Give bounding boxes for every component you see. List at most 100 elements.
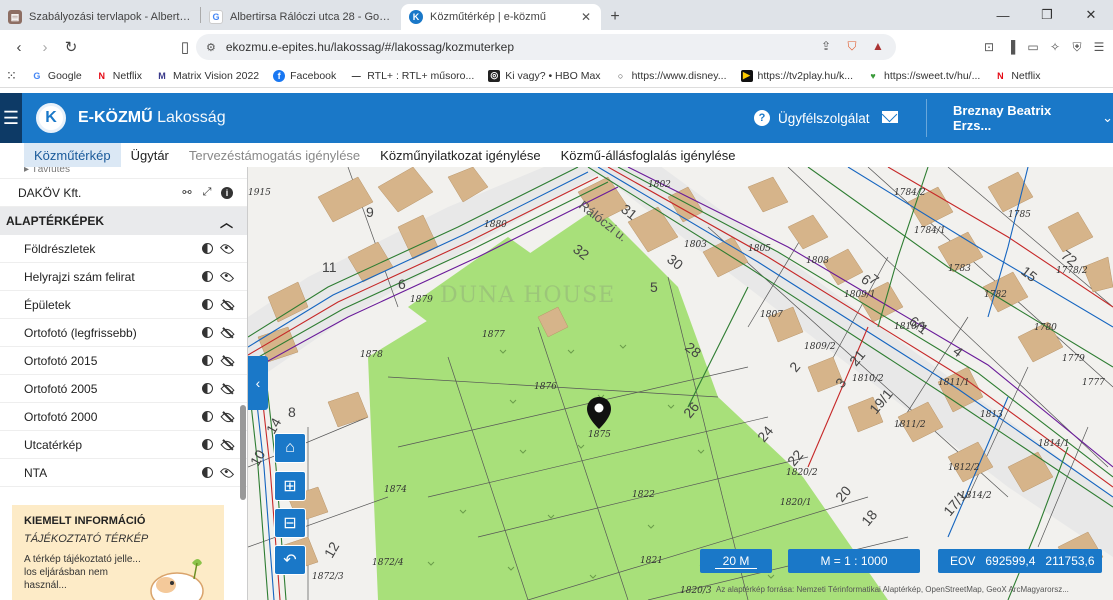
bookmark-item[interactable]: ▶ https://tv2play.hu/k...: [740, 69, 853, 82]
eye-off-icon[interactable]: [221, 327, 233, 339]
reload-icon[interactable]: ↻: [58, 34, 84, 60]
eye-off-icon[interactable]: [221, 355, 233, 367]
bookmark-item[interactable]: — RTL+ : RTL+ műsoro...: [350, 70, 475, 82]
layer-row-dakov[interactable]: DAKÖV Kft. ⚯ ⤢ i: [0, 179, 247, 207]
bookmark-item[interactable]: N Netflix: [96, 70, 142, 82]
layer-row[interactable]: Ortofotó 2000: [0, 403, 247, 431]
browser-tabstrip: ▤ Szabályozási tervlapok - Albertirsa G …: [0, 0, 1113, 30]
collapse-sidebar-button[interactable]: ‹: [248, 356, 268, 410]
menu-icon[interactable]: ☰: [1091, 39, 1107, 55]
tab-ugytar[interactable]: Ügytár: [121, 143, 179, 167]
parcel-label: 1780: [1034, 323, 1057, 333]
eye-icon[interactable]: [219, 269, 235, 284]
layer-label: Ortofotó (legfrissebb): [24, 325, 137, 340]
opacity-icon[interactable]: [201, 271, 213, 283]
bookmark-item[interactable]: ♥ https://sweet.tv/hu/...: [867, 70, 980, 82]
info-icon[interactable]: i: [221, 186, 233, 199]
info-box: KIEMELT INFORMÁCIÓ TÁJÉKOZTATÓ TÉRKÉP A …: [12, 505, 224, 600]
home-button[interactable]: ⌂: [274, 433, 306, 463]
zoom-out-button[interactable]: ⊟: [274, 508, 306, 538]
apps-icon[interactable]: ⁙: [6, 68, 17, 84]
opacity-icon[interactable]: [201, 411, 213, 423]
opacity-icon[interactable]: [201, 299, 213, 311]
sidebar-icon[interactable]: ▐: [1003, 39, 1019, 55]
zoom-in-button[interactable]: ⊞: [274, 471, 306, 501]
rewards-icon[interactable]: ▲: [870, 38, 886, 54]
parcel-label: 1814/1: [1038, 439, 1070, 449]
opacity-icon[interactable]: [201, 383, 213, 395]
bookmark-item[interactable]: ◎ Ki vagy? • HBO Max: [488, 69, 601, 82]
layer-row[interactable]: Utcatérkép: [0, 431, 247, 459]
bookmark-icon[interactable]: ▯: [172, 34, 198, 60]
eye-off-icon[interactable]: [221, 411, 233, 423]
scale-ratio[interactable]: M = 1 : 1000: [788, 549, 920, 573]
opacity-icon[interactable]: [201, 327, 213, 339]
support-link[interactable]: ? Ügyfélszolgálat: [754, 93, 870, 143]
layer-row[interactable]: Ortofotó 2005: [0, 375, 247, 403]
tab-kozmuterkep[interactable]: Közműtérkép: [24, 143, 121, 167]
section-alapterkepek[interactable]: ALAPTÉRKÉPEK ︿: [0, 207, 247, 235]
expand-icon[interactable]: ⤢: [201, 186, 213, 199]
eye-icon[interactable]: [219, 241, 235, 256]
layer-row[interactable]: Ortofotó 2015: [0, 347, 247, 375]
browser-toolbar: ⊡ ▐ ▭ ✧ ⛨ ☰: [981, 34, 1107, 60]
mail-icon[interactable]: [882, 111, 898, 123]
wallet-icon[interactable]: ▭: [1025, 39, 1041, 55]
close-icon[interactable]: ✕: [579, 10, 593, 24]
browser-tab[interactable]: G Albertirsa Rálóczi utca 28 - Google-k: [201, 4, 401, 30]
tab-kozmunyilatkozat[interactable]: Közműnyilatkozat igénylése: [370, 143, 550, 167]
back-icon[interactable]: ‹: [6, 34, 32, 60]
chevron-up-icon: ︿: [219, 214, 233, 230]
house-number: 5: [650, 279, 658, 295]
bookmark-label: Netflix: [1011, 69, 1041, 82]
home-icon: ⌂: [285, 439, 295, 456]
user-menu[interactable]: Breznay Beatrix Erzs... ⌄: [953, 93, 1113, 143]
bookmark-item[interactable]: N Netflix: [994, 70, 1040, 82]
eye-icon[interactable]: [219, 465, 235, 480]
opacity-icon[interactable]: [201, 243, 213, 255]
close-window-icon[interactable]: ✕: [1069, 0, 1113, 30]
bookmark-item[interactable]: f Facebook: [273, 69, 337, 82]
site-settings-icon[interactable]: ⚙: [206, 41, 216, 54]
eye-off-icon[interactable]: [221, 383, 233, 395]
forward-icon[interactable]: ›: [32, 34, 58, 60]
layer-row[interactable]: Épületek: [0, 291, 247, 319]
browser-tab-active[interactable]: K Közműtérkép | e-közmű ✕: [401, 4, 601, 30]
undo-button[interactable]: ↶: [274, 545, 306, 575]
screenshot-icon[interactable]: ⊡: [981, 39, 997, 55]
info-heading: KIEMELT INFORMÁCIÓ: [24, 515, 146, 527]
map-svg: Rálóczi u. 1915 1880 1802 1879 1877 1876…: [248, 167, 1113, 600]
layers-sidebar: ▸ Távfűtés DAKÖV Kft. ⚯ ⤢ i ALAPTÉRKÉPEK…: [0, 167, 248, 600]
eye-off-icon[interactable]: [221, 439, 233, 451]
bookmark-label: Facebook: [290, 69, 337, 82]
house-number: 12: [321, 539, 343, 561]
bookmark-item[interactable]: G Google: [31, 70, 81, 82]
sidebar-scrollbar[interactable]: [240, 405, 246, 500]
vpn-icon[interactable]: ⛨: [1069, 39, 1085, 55]
location-pin-icon[interactable]: [587, 397, 611, 429]
bookmark-item[interactable]: M Matrix Vision 2022: [156, 70, 259, 82]
url-field[interactable]: ⚙ ekozmu.e-epites.hu/lakossag/#/lakossag…: [196, 34, 896, 60]
restore-icon[interactable]: ❐: [1025, 0, 1069, 30]
tab-tervezestamogatas[interactable]: Tervezéstámogatás igénylése: [179, 143, 370, 167]
browser-tab[interactable]: ▤ Szabályozási tervlapok - Albertirsa: [0, 4, 200, 30]
layer-row[interactable]: Ortofotó (legfrissebb): [0, 319, 247, 347]
minimize-icon[interactable]: —: [981, 0, 1025, 30]
opacity-icon[interactable]: [201, 439, 213, 451]
tab-kozmu-allasfoglalas[interactable]: Közmű-állásfoglalás igénylése: [551, 143, 746, 167]
bookmark-item[interactable]: ○ https://www.disney...: [615, 70, 727, 82]
plus-square-icon: ⊞: [283, 478, 297, 495]
opacity-icon[interactable]: [201, 467, 213, 479]
layer-row[interactable]: Földrészletek: [0, 235, 247, 263]
brave-shield-icon[interactable]: ⛉: [844, 38, 860, 54]
hamburger-menu-icon[interactable]: ☰: [0, 93, 22, 143]
new-tab-button[interactable]: +: [601, 4, 629, 30]
leo-icon[interactable]: ✧: [1047, 39, 1063, 55]
map-canvas[interactable]: Rálóczi u. 1915 1880 1802 1879 1877 1876…: [248, 167, 1113, 600]
layer-row[interactable]: NTA: [0, 459, 247, 487]
opacity-icon[interactable]: [201, 355, 213, 367]
eye-off-icon[interactable]: [221, 299, 233, 311]
share-icon[interactable]: ⇪: [818, 38, 834, 54]
share-nodes-icon[interactable]: ⚯: [181, 187, 193, 199]
layer-row[interactable]: Helyrajzi szám felirat: [0, 263, 247, 291]
